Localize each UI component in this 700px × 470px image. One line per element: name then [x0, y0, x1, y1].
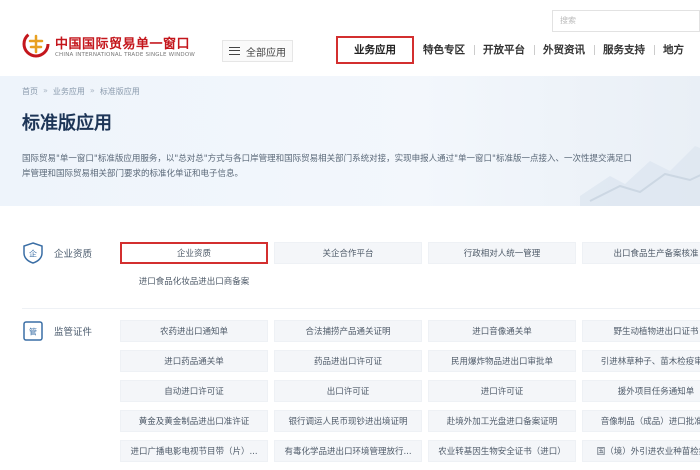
app-tile[interactable]: 出口许可证 [274, 380, 422, 402]
page-title: 标准版应用 [22, 113, 112, 134]
breadcrumb-home[interactable]: 首页 [22, 86, 38, 97]
svg-text:管: 管 [29, 327, 37, 337]
app-tile[interactable]: 引进林草种子、苗木检疫审批 [582, 350, 700, 372]
section-header: 企 企业资质 [22, 242, 92, 264]
breadcrumb-current: 标准版应用 [99, 87, 140, 96]
app-tile[interactable]: 国（境）外引进农业种苗检疫... [582, 440, 700, 462]
app-tile[interactable]: 赴境外加工光盘进口备案证明 [428, 410, 576, 432]
app-tile[interactable]: 进口音像通关单 [428, 320, 576, 342]
nav-open-platform[interactable]: 开放平台 [474, 36, 534, 64]
breadcrumb-business-apps[interactable]: 业务应用 [53, 86, 85, 97]
nav-trade-news[interactable]: 外贸资讯 [534, 36, 594, 64]
logo-title[interactable]: 中国国际贸易单一窗口 [55, 33, 190, 52]
section-label: 企业资质 [54, 249, 93, 260]
nav-service-support[interactable]: 服务支持 [594, 36, 654, 64]
section-divider [22, 308, 700, 309]
breadcrumb-separator-icon: » [89, 86, 95, 95]
app-tile[interactable]: 农业转基因生物安全证书（进口） [428, 440, 576, 462]
app-tile[interactable]: 有毒化学品进出口环境管理放行... [274, 440, 422, 462]
app-tile[interactable]: 药品进出口许可证 [274, 350, 422, 372]
menu-icon [229, 47, 240, 55]
all-apps-label: 全部应用 [246, 47, 286, 59]
license-document-icon: 管 [23, 321, 43, 341]
app-tile[interactable]: 农药进出口通知单 [120, 320, 268, 342]
app-tile[interactable]: 进口许可证 [428, 380, 576, 402]
app-tile[interactable]: 合法捕捞产品通关证明 [274, 320, 422, 342]
app-tile[interactable]: 民用爆炸物品进出口审批单 [428, 350, 576, 372]
app-tile-enterprise-qualification[interactable]: 企业资质 [120, 242, 268, 264]
single-window-logo-icon[interactable] [22, 30, 50, 58]
section-label: 监管证件 [54, 327, 93, 338]
top-header: 中国国际贸易单一窗口 CHINA INTERNATIONAL TRADE SIN… [0, 0, 700, 76]
app-tile-export-food-filing[interactable]: 出口食品生产备案核准 [582, 242, 700, 264]
app-tile[interactable]: 进口广播电影电视节目带（片）... [120, 440, 268, 462]
app-tile[interactable]: 音像制品（成品）进口批准单 [582, 410, 700, 432]
breadcrumb-separator-icon: » [43, 86, 48, 95]
all-apps-button[interactable]: 全部应用 [222, 40, 293, 62]
nav-business-apps[interactable]: 业务应用 [336, 36, 414, 64]
app-tile[interactable]: 黄金及黄金制品进出口准许证 [120, 410, 268, 432]
intro-text: 国际贸易"单一窗口"标准版应用服务，以"总对总"方式与各口岸管理和国际贸易相关部… [22, 154, 632, 179]
app-tile[interactable]: 野生动植物进出口证书 [582, 320, 700, 342]
app-tile-import-food-cosmetics-filing[interactable]: 进口食品化妆品进出口商备案 [120, 270, 268, 292]
main-nav: 业务应用 特色专区 开放平台 外贸资讯 服务支持 地方 [336, 36, 693, 64]
enterprise-shield-icon: 企 [23, 242, 43, 264]
app-tile-customs-enterprise-platform[interactable]: 关企合作平台 [274, 242, 422, 264]
search-input[interactable]: 搜索 [552, 10, 700, 32]
page-banner: 首页 » 业务应用 » 标准版应用 标准版应用 国际贸易"单一窗口"标准版应用服… [0, 76, 700, 206]
app-tile-admin-counterpart-management[interactable]: 行政相对人统一管理 [428, 242, 576, 264]
app-tile[interactable]: 银行调运人民币现钞进出境证明 [274, 410, 422, 432]
logo-subtitle: CHINA INTERNATIONAL TRADE SINGLE WINDOW [55, 52, 195, 58]
breadcrumb: 首页 » 业务应用 » 标准版应用 [22, 86, 140, 97]
enterprise-app-grid: 企业资质 关企合作平台 行政相对人统一管理 出口食品生产备案核准 进口食品化妆品… [120, 242, 700, 292]
nav-local-zone[interactable]: 地方 [654, 36, 693, 64]
app-tile[interactable]: 援外项目任务通知单 [582, 380, 700, 402]
app-tile[interactable]: 自动进口许可证 [120, 380, 268, 402]
app-tile[interactable]: 进口药品通关单 [120, 350, 268, 372]
license-app-grid: 农药进出口通知单 合法捕捞产品通关证明 进口音像通关单 野生动植物进出口证书 进… [120, 320, 700, 462]
nav-featured-zone[interactable]: 特色专区 [414, 36, 474, 64]
section-header: 管 监管证件 [22, 320, 92, 342]
svg-text:企: 企 [29, 249, 37, 259]
